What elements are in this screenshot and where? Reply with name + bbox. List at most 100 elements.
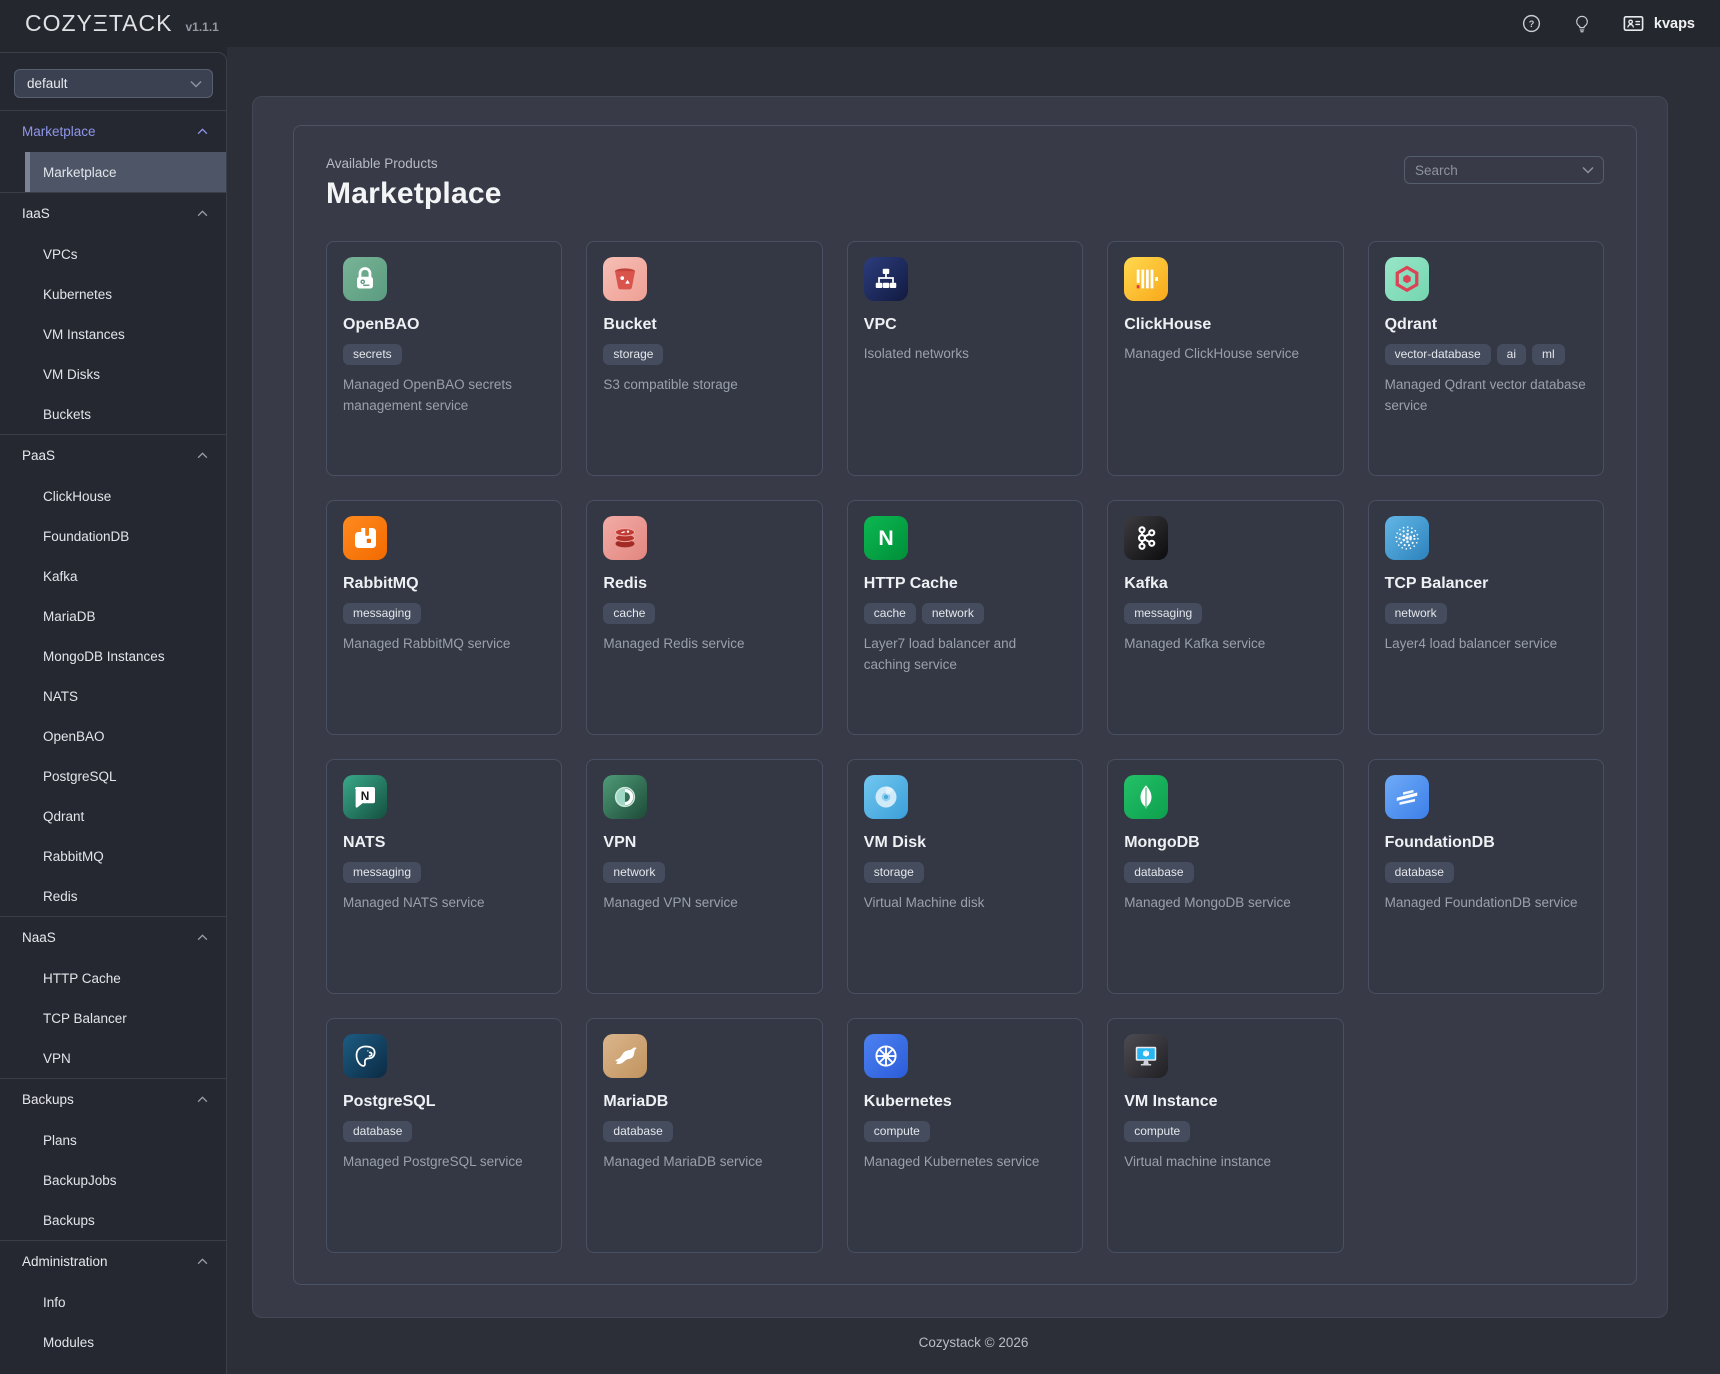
chevron-up-icon — [197, 452, 208, 459]
product-card-tcp-balancer[interactable]: TCP BalancernetworkLayer4 load balancer … — [1368, 500, 1604, 735]
product-card-nats[interactable]: NNATSmessagingManaged NATS service — [326, 759, 562, 994]
user-menu[interactable]: kvaps — [1622, 12, 1695, 35]
sidebar-section-naas: NaaSHTTP CacheTCP BalancerVPN — [0, 916, 226, 1078]
product-name: HTTP Cache — [864, 575, 1066, 593]
product-card-clickhouse[interactable]: ClickHouseManaged ClickHouse service — [1107, 241, 1343, 476]
product-card-qdrant[interactable]: Qdrantvector-databaseaimlManaged Qdrant … — [1368, 241, 1604, 476]
product-card-vm-disk[interactable]: VM DiskstorageVirtual Machine disk — [847, 759, 1083, 994]
product-description: Managed VPN service — [603, 893, 805, 914]
sidebar-section-administration: AdministrationInfoModules — [0, 1240, 226, 1362]
tag-compute: compute — [864, 1121, 930, 1142]
product-tags: database — [1124, 862, 1326, 883]
sidebar-item-info[interactable]: Info — [0, 1282, 226, 1322]
sidebar-section-marketplace: MarketplaceMarketplace — [0, 110, 226, 192]
product-description: Managed MariaDB service — [603, 1152, 805, 1173]
product-description: Managed OpenBAO secrets management servi… — [343, 375, 545, 417]
sidebar-item-nats[interactable]: NATS — [0, 676, 226, 716]
help-icon[interactable]: ? — [1521, 13, 1542, 34]
product-name: PostgreSQL — [343, 1093, 545, 1111]
sidebar-item-foundationdb[interactable]: FoundationDB — [0, 516, 226, 556]
product-name: MongoDB — [1124, 834, 1326, 852]
chevron-down-icon — [1582, 166, 1594, 174]
sidebar-section-header-marketplace[interactable]: Marketplace — [0, 111, 226, 152]
sidebar-section-header-administration[interactable]: Administration — [0, 1241, 226, 1282]
chevron-up-icon — [197, 934, 208, 941]
qdrant-icon — [1385, 257, 1429, 301]
sidebar-item-vm-instances[interactable]: VM Instances — [0, 314, 226, 354]
nats-icon: N — [343, 775, 387, 819]
product-tags: database — [1385, 862, 1587, 883]
lightbulb-icon[interactable] — [1572, 14, 1592, 34]
product-card-kafka[interactable]: KafkamessagingManaged Kafka service — [1107, 500, 1343, 735]
sidebar-item-postgresql[interactable]: PostgreSQL — [0, 756, 226, 796]
sidebar-item-openbao[interactable]: OpenBAO — [0, 716, 226, 756]
sidebar-item-qdrant[interactable]: Qdrant — [0, 796, 226, 836]
tag-network: network — [603, 862, 665, 883]
page-eyebrow: Available Products — [326, 156, 502, 171]
sidebar-item-http-cache[interactable]: HTTP Cache — [0, 958, 226, 998]
username[interactable]: kvaps — [1654, 16, 1695, 32]
sidebar-item-kubernetes[interactable]: Kubernetes — [0, 274, 226, 314]
product-card-mongodb[interactable]: MongoDBdatabaseManaged MongoDB service — [1107, 759, 1343, 994]
product-card-kubernetes[interactable]: KubernetescomputeManaged Kubernetes serv… — [847, 1018, 1083, 1253]
product-description: S3 compatible storage — [603, 375, 805, 396]
footer-text: Cozystack © 2026 — [227, 1335, 1720, 1350]
product-tags: network — [603, 862, 805, 883]
sidebar-item-buckets[interactable]: Buckets — [0, 394, 226, 434]
product-card-vm-instance[interactable]: VM InstancecomputeVirtual machine instan… — [1107, 1018, 1343, 1253]
product-card-bucket[interactable]: BucketstorageS3 compatible storage — [586, 241, 822, 476]
tag-database: database — [343, 1121, 412, 1142]
search-input[interactable] — [1404, 156, 1604, 184]
sidebar-section-header-iaas[interactable]: IaaS — [0, 193, 226, 234]
logo-suffix: TACK — [109, 10, 173, 37]
product-name: MariaDB — [603, 1093, 805, 1111]
product-tags: secrets — [343, 344, 545, 365]
vpc-icon — [864, 257, 908, 301]
sidebar-section-header-naas[interactable]: NaaS — [0, 917, 226, 958]
tag-network: network — [922, 603, 984, 624]
bucket-icon — [603, 257, 647, 301]
product-tags: messaging — [343, 862, 545, 883]
search-field[interactable] — [1415, 163, 1565, 178]
product-card-openbao[interactable]: OpenBAO secrets Managed OpenBAO secrets ma… — [326, 241, 562, 476]
sidebar-item-backups[interactable]: Backups — [0, 1200, 226, 1240]
product-card-http-cache[interactable]: NHTTP CachecachenetworkLayer7 load balan… — [847, 500, 1083, 735]
foundationdb-icon — [1385, 775, 1429, 819]
sidebar-item-redis[interactable]: Redis — [0, 876, 226, 916]
sidebar-item-clickhouse[interactable]: ClickHouse — [0, 476, 226, 516]
product-description: Managed ClickHouse service — [1124, 344, 1326, 365]
product-card-postgresql[interactable]: PostgreSQLdatabaseManaged PostgreSQL ser… — [326, 1018, 562, 1253]
sidebar-item-rabbitmq[interactable]: RabbitMQ — [0, 836, 226, 876]
product-description: Layer4 load balancer service — [1385, 634, 1587, 655]
product-card-mariadb[interactable]: MariaDBdatabaseManaged MariaDB service — [586, 1018, 822, 1253]
sidebar-section-header-backups[interactable]: Backups — [0, 1079, 226, 1120]
product-card-rabbitmq[interactable]: RabbitMQmessagingManaged RabbitMQ servic… — [326, 500, 562, 735]
sidebar-item-vpn[interactable]: VPN — [0, 1038, 226, 1078]
sidebar-item-backupjobs[interactable]: BackupJobs — [0, 1160, 226, 1200]
product-name: Kafka — [1124, 575, 1326, 593]
sidebar-item-kafka[interactable]: Kafka — [0, 556, 226, 596]
sidebar-item-mariadb[interactable]: MariaDB — [0, 596, 226, 636]
namespace-select[interactable]: default — [14, 69, 213, 98]
product-name: OpenBAO — [343, 316, 545, 334]
chevron-up-icon — [197, 128, 208, 135]
product-card-vpn[interactable]: VPNnetworkManaged VPN service — [586, 759, 822, 994]
product-name: VPC — [864, 316, 1066, 334]
sidebar-item-modules[interactable]: Modules — [0, 1322, 226, 1362]
sidebar-item-vpcs[interactable]: VPCs — [0, 234, 226, 274]
mongodb-icon — [1124, 775, 1168, 819]
tag-ai: ai — [1497, 344, 1526, 365]
product-card-redis[interactable]: RediscacheManaged Redis service — [586, 500, 822, 735]
sidebar: default MarketplaceMarketplaceIaaSVPCsKu… — [0, 52, 227, 1374]
sidebar-item-mongodb-instances[interactable]: MongoDB Instances — [0, 636, 226, 676]
sidebar-item-marketplace[interactable]: Marketplace — [25, 152, 226, 192]
sidebar-item-vm-disks[interactable]: VM Disks — [0, 354, 226, 394]
sidebar-section-header-paas[interactable]: PaaS — [0, 435, 226, 476]
product-card-vpc[interactable]: VPCIsolated networks — [847, 241, 1083, 476]
svg-text:N: N — [878, 526, 893, 550]
product-name: Bucket — [603, 316, 805, 334]
product-card-foundationdb[interactable]: FoundationDBdatabaseManaged FoundationDB… — [1368, 759, 1604, 994]
vpn-icon — [603, 775, 647, 819]
sidebar-item-plans[interactable]: Plans — [0, 1120, 226, 1160]
sidebar-item-tcp-balancer[interactable]: TCP Balancer — [0, 998, 226, 1038]
